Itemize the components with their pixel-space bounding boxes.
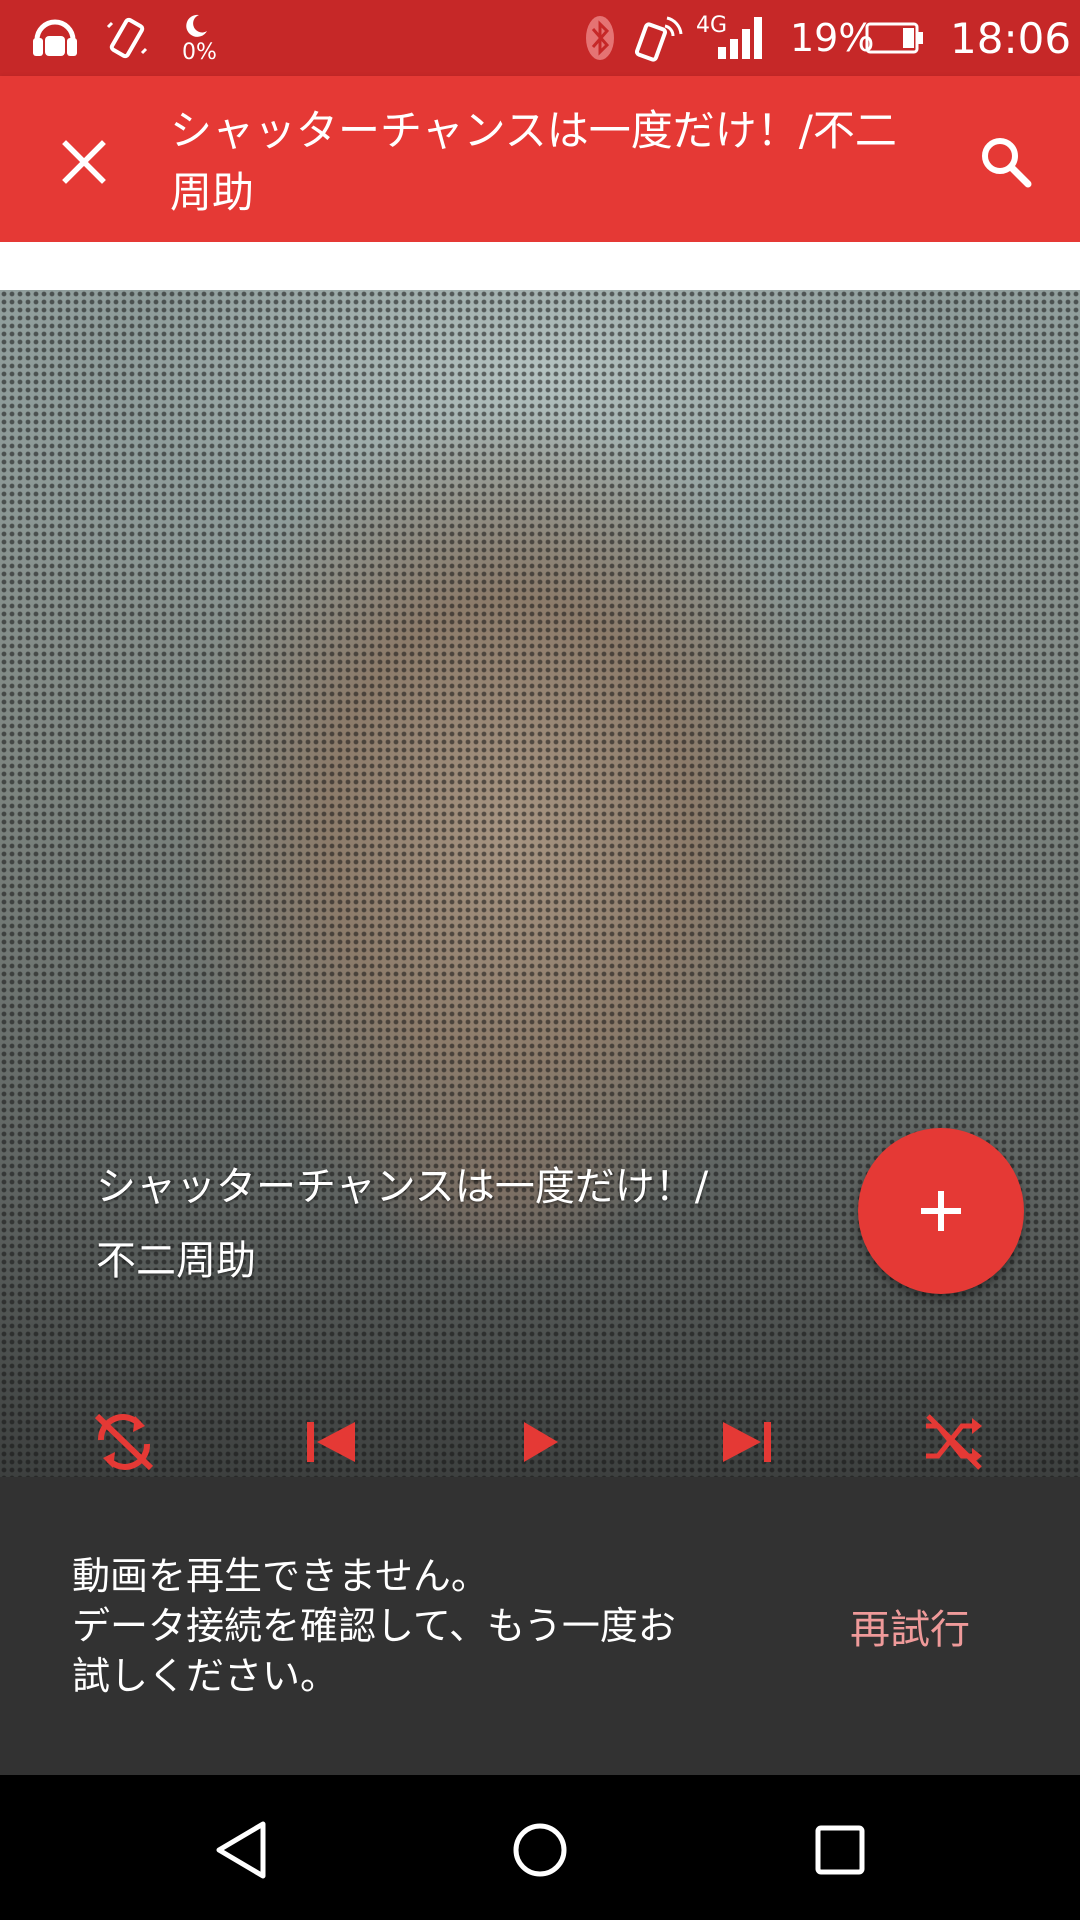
- clock-text: 18:06: [950, 13, 1072, 63]
- error-snackbar: 動画を再生できません。 データ接続を確認して、もう一度お 試しください。 再試行: [0, 1477, 1080, 1775]
- back-button[interactable]: [196, 1805, 286, 1895]
- status-bar: 0% 4G 19% 18:06: [0, 0, 1080, 76]
- recents-button[interactable]: [795, 1805, 885, 1895]
- close-button[interactable]: [48, 126, 120, 198]
- bluetooth-icon: [580, 10, 620, 66]
- vibrate-icon: [100, 10, 154, 66]
- recents-icon: [815, 1825, 865, 1875]
- home-button[interactable]: [495, 1805, 585, 1895]
- skip-next-icon: [723, 1422, 771, 1462]
- home-icon: [513, 1823, 567, 1877]
- navigation-bar: [0, 1775, 1080, 1920]
- plus-icon: [921, 1191, 961, 1231]
- headphone-app-icon: [28, 10, 82, 66]
- song-title: シャッターチャンスは一度だけ！/ 不二周助: [96, 1164, 709, 1284]
- signal-icon: [712, 10, 766, 66]
- video-placeholder-pattern: [0, 290, 1080, 1477]
- shuffle-button[interactable]: [914, 1402, 994, 1477]
- next-button[interactable]: [706, 1402, 786, 1477]
- search-button[interactable]: [970, 126, 1042, 198]
- battery-icon: [864, 10, 926, 66]
- play-button[interactable]: [500, 1402, 580, 1477]
- skip-previous-icon: [307, 1422, 355, 1462]
- page-title: シャッターチャンスは一度だけ！/不二周助: [170, 106, 897, 217]
- moon-icon: [176, 8, 216, 44]
- divider-strip: [0, 242, 1080, 290]
- snackbar-message: 動画を再生できません。 データ接続を確認して、もう一度お 試しください。: [72, 1554, 676, 1698]
- shuffle-off-icon: [926, 1414, 982, 1470]
- nfc-icon: [634, 10, 688, 66]
- battery-percent-text: 19%: [790, 16, 875, 60]
- play-icon: [524, 1422, 558, 1462]
- retry-button[interactable]: 再試行: [850, 1597, 970, 1655]
- repeat-off-icon: [94, 1413, 154, 1471]
- moon-percent-text: 0%: [182, 40, 217, 65]
- close-icon: [62, 140, 106, 184]
- previous-button[interactable]: [292, 1402, 372, 1477]
- add-button[interactable]: [858, 1128, 1024, 1294]
- app-bar: シャッターチャンスは一度だけ！/不二周助: [0, 76, 1080, 242]
- video-player[interactable]: シャッターチャンスは一度だけ！/ 不二周助: [0, 290, 1080, 1477]
- back-icon: [216, 1821, 266, 1879]
- search-icon: [982, 138, 1032, 188]
- repeat-button[interactable]: [84, 1402, 164, 1477]
